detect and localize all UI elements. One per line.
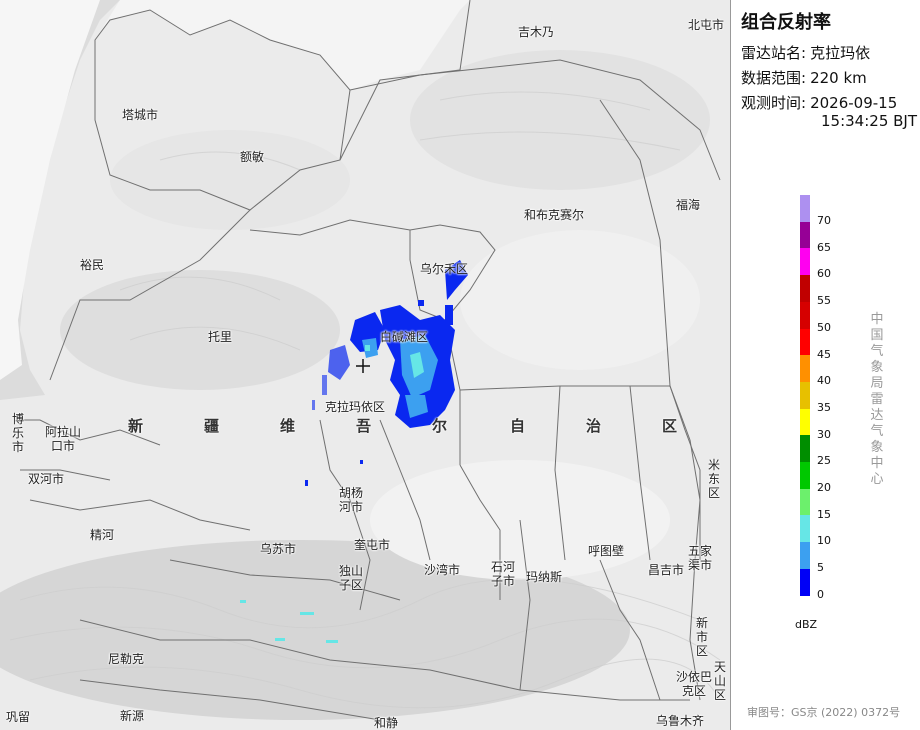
place-label: 胡杨河市 — [338, 486, 363, 514]
place-label: 克拉玛依区 — [325, 400, 386, 414]
place-label: 新市区 — [695, 616, 708, 658]
station-label: 雷达站名: — [741, 44, 807, 62]
place-label: 阿拉山口市 — [44, 425, 81, 453]
terrain-basemap — [0, 0, 730, 730]
agency-label: 中国气象局雷达气象中心 — [870, 312, 884, 487]
time-clock-row: 15:34:25 BJT — [821, 112, 917, 130]
place-label: 和布克赛尔 — [524, 208, 585, 222]
legend-swatch — [800, 301, 810, 329]
place-label: 博乐市 — [11, 412, 24, 454]
place-label: 玛纳斯 — [526, 570, 563, 584]
legend-swatch — [800, 328, 810, 356]
place-label: 白碱滩区 — [380, 330, 429, 344]
legend-swatch — [800, 568, 810, 596]
legend-tick-label: 50 — [817, 320, 831, 334]
legend-tick-label: 5 — [817, 561, 824, 575]
legend-tick-label: 55 — [817, 294, 831, 308]
range-value: 220 km — [810, 69, 867, 87]
place-label: 尼勒克 — [108, 652, 145, 666]
place-label: 乌鲁木齐 — [656, 714, 705, 728]
legend-swatch — [800, 221, 810, 249]
place-label: 双河市 — [28, 472, 65, 486]
region-label-char: 疆 — [204, 417, 222, 435]
station-row: 雷达站名: 克拉玛依 — [741, 42, 870, 63]
legend-swatch — [800, 408, 810, 436]
legend-swatch — [800, 275, 810, 303]
place-label: 吉木乃 — [518, 25, 555, 39]
place-label: 精河 — [90, 528, 115, 542]
legend-swatch — [800, 381, 810, 409]
legend-tick-label: 35 — [817, 400, 831, 414]
place-label: 沙依巴克区 — [676, 670, 713, 698]
legend-swatch — [800, 435, 810, 463]
legend-swatch — [800, 542, 810, 570]
place-label: 乌苏市 — [260, 542, 297, 556]
legend-swatch — [800, 195, 810, 222]
legend-unit: dBZ — [795, 618, 818, 631]
legend-tick-label: 10 — [817, 534, 831, 548]
place-label: 米东区 — [707, 458, 720, 500]
place-label: 塔城市 — [122, 108, 159, 122]
place-label: 和静 — [374, 716, 399, 730]
station-value: 克拉玛依 — [810, 44, 871, 62]
radar-viewer: 吉木乃 北屯市 塔城市 额敏 和布克赛尔 福海 裕民 乌尔禾区 托里 白碱滩区 … — [0, 0, 920, 730]
place-label: 乌尔禾区 — [420, 262, 469, 276]
region-label-char: 自 — [510, 417, 528, 435]
range-row: 数据范围: 220 km — [741, 67, 867, 88]
legend-tick-label: 30 — [817, 427, 831, 441]
region-label-char: 区 — [662, 417, 680, 435]
region-label-char: 尔 — [432, 417, 450, 435]
place-label: 独山子区 — [338, 564, 363, 592]
legend-tick-label: 0 — [817, 587, 824, 601]
place-label: 石河子市 — [490, 560, 515, 588]
legend-tick-label: 20 — [817, 481, 831, 494]
legend-tick-label: 65 — [817, 240, 831, 254]
review-number: 审图号：GS京 (2022) 0372号 — [747, 706, 901, 719]
place-label: 北屯市 — [688, 18, 725, 32]
legend-swatch — [800, 248, 810, 276]
time-clock: 15:34:25 BJT — [821, 112, 918, 130]
place-label: 奎屯市 — [354, 538, 391, 552]
legend-tick-label: 45 — [817, 347, 831, 361]
legend-tick-label: 15 — [817, 507, 831, 521]
legend-tick-label: 60 — [817, 267, 831, 281]
legend-tick-label: 40 — [817, 374, 831, 388]
place-label: 福海 — [676, 198, 701, 212]
range-label: 数据范围: — [741, 69, 807, 87]
place-label: 额敏 — [240, 150, 265, 164]
radar-map[interactable]: 吉木乃 北屯市 塔城市 额敏 和布克赛尔 福海 裕民 乌尔禾区 托里 白碱滩区 … — [0, 0, 730, 730]
product-title: 组合反射率 — [741, 12, 831, 33]
legend-tick-label: 70 — [817, 214, 831, 227]
place-label: 新源 — [120, 709, 145, 723]
place-label: 沙湾市 — [424, 563, 461, 577]
region-label-char: 吾 — [356, 417, 374, 435]
legend-tick-label: 25 — [817, 454, 831, 468]
place-label: 天山区 — [713, 660, 726, 702]
place-label: 托里 — [208, 330, 233, 344]
time-date: 2026-09-15 — [810, 94, 898, 112]
place-label: 巩留 — [6, 710, 31, 724]
legend-swatch — [800, 515, 810, 543]
time-label: 观测时间: — [741, 94, 807, 112]
place-label: 裕民 — [80, 258, 105, 272]
place-label: 昌吉市 — [648, 563, 685, 577]
legend-swatch — [800, 488, 810, 516]
place-label: 五家渠市 — [687, 544, 712, 572]
region-label-char: 治 — [586, 417, 604, 435]
region-label-char: 新 — [128, 417, 146, 435]
place-label: 呼图壁 — [588, 544, 625, 558]
region-label-char: 维 — [280, 417, 298, 435]
legend-swatch — [800, 462, 810, 489]
legend-swatch — [800, 355, 810, 383]
time-row: 观测时间: 2026-09-15 — [741, 92, 897, 113]
info-panel: 组合反射率 雷达站名: 克拉玛依 数据范围: 220 km 观测时间: 2026-09… — [730, 0, 920, 730]
